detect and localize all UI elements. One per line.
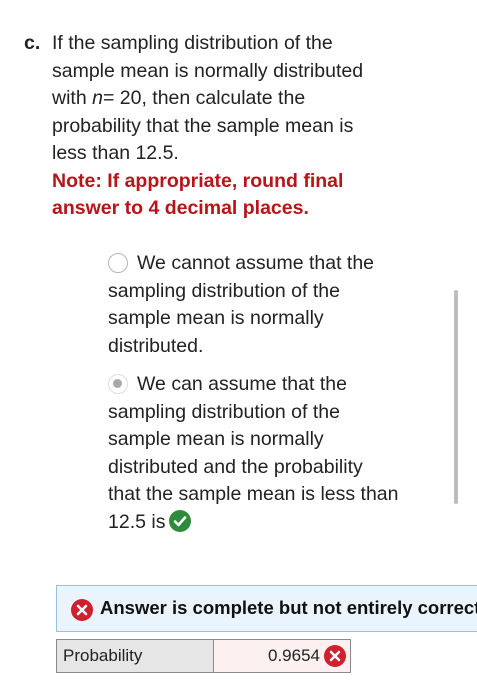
question-line-part: = 20, then calculate the: [102, 87, 306, 109]
rounding-note: Note: If appropriate, round final answer…: [52, 168, 444, 223]
option-line: 12.5 is: [108, 509, 453, 537]
question-line: with n= 20, then calculate the: [52, 85, 444, 113]
feedback-text: Answer is complete but not entirely corr…: [100, 597, 477, 618]
option-line: distributed.: [108, 334, 204, 357]
probability-value: 0.9654: [268, 646, 320, 665]
probability-label: Probability: [56, 639, 214, 673]
option-line: We can assume that the: [108, 371, 453, 399]
option-line: that the sample mean is less than: [108, 483, 399, 505]
option-text: 12.5 is: [108, 510, 166, 533]
option-line: sample mean is normally: [108, 307, 324, 329]
question-line-part: with: [52, 87, 87, 109]
result-table: Probability 0.9654: [56, 639, 351, 673]
question-body: If the sampling distribution of the samp…: [52, 30, 444, 223]
question-line: sample mean is normally distributed: [52, 59, 364, 82]
option-line: distributed and the probability: [108, 455, 363, 478]
option-cannot-assume[interactable]: We cannot assume that the sampling distr…: [108, 250, 453, 360]
option-line: sampling distribution of the: [108, 279, 340, 302]
radio-button-selected[interactable]: [108, 374, 128, 394]
feedback-banner: Answer is complete but not entirely corr…: [56, 585, 477, 632]
variable-n: n: [92, 87, 103, 109]
radio-button-unselected[interactable]: [108, 253, 128, 273]
option-can-assume[interactable]: We can assume that the sampling distribu…: [108, 371, 453, 536]
incorrect-x-icon: [324, 645, 346, 667]
scrollbar[interactable]: [454, 290, 458, 504]
answer-options: We cannot assume that the sampling distr…: [108, 250, 453, 536]
option-text: We cannot assume that the: [137, 252, 375, 274]
table-row: Probability 0.9654: [56, 639, 351, 673]
probability-value-cell[interactable]: 0.9654: [213, 639, 351, 673]
question-label: c.: [24, 32, 41, 54]
option-line: sampling distribution of the: [108, 400, 340, 423]
question-block: c. If the sampling distribution of the s…: [24, 30, 444, 223]
note-line: answer to 4 decimal places.: [52, 197, 309, 219]
question-text: If the sampling distribution of the samp…: [52, 30, 444, 168]
question-line: less than 12.5.: [52, 142, 179, 164]
option-text: We can assume that the: [137, 373, 347, 395]
check-circle-icon: [169, 509, 192, 532]
question-line: If the sampling distribution of the: [52, 32, 333, 54]
note-line: Note: If appropriate, round final: [52, 169, 344, 192]
option-line: sample mean is normally: [108, 428, 324, 450]
question-panel: c. If the sampling distribution of the s…: [0, 0, 477, 700]
error-x-icon: [71, 599, 93, 621]
option-line: We cannot assume that the: [108, 250, 453, 278]
question-line: probability that the sample mean is: [52, 114, 354, 137]
